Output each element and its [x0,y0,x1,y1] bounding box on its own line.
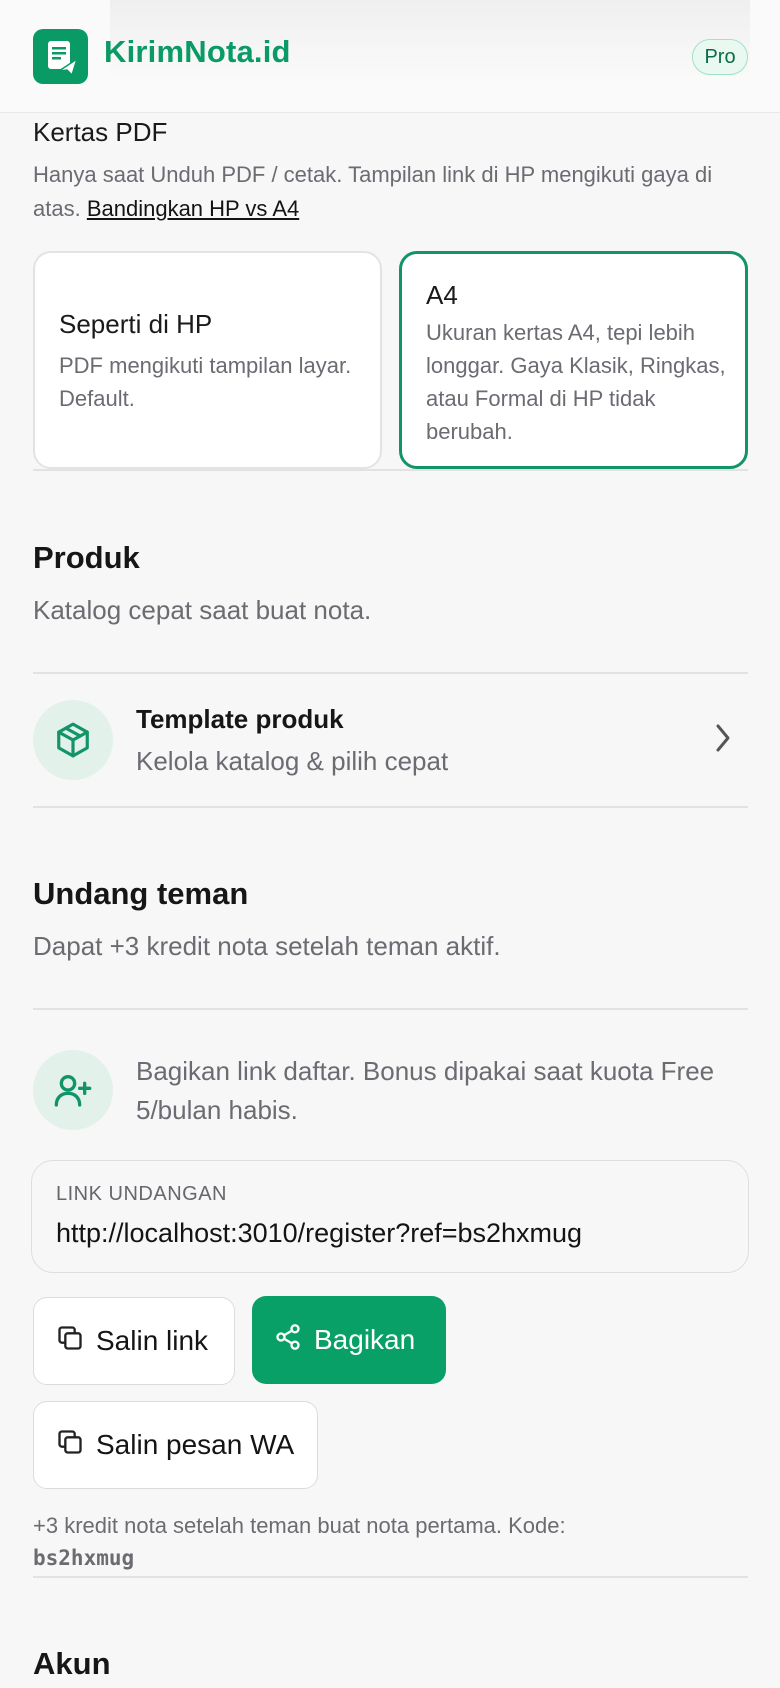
share-label: Bagikan [314,1324,416,1355]
option-card-hp[interactable]: Seperti di HP PDF mengikuti tampilan lay… [33,251,382,469]
divider [33,469,748,471]
option-title: A4 [426,280,458,310]
chevron-right-icon [713,722,733,759]
copy-icon [56,1324,84,1359]
akun-title: Akun [33,1646,111,1681]
invite-footnote: +3 kredit nota setelah teman buat nota p… [33,1510,733,1574]
kertas-description: Hanya saat Unduh PDF / cetak. Tampilan l… [33,158,753,226]
option-description: PDF mengikuti tampilan layar. Default. [59,353,352,411]
copy-wa-message-button[interactable]: Salin pesan WA [33,1401,318,1489]
option-description: Ukuran kertas A4, tepi lebih longgar. Ga… [426,320,726,444]
produk-title: Produk [33,540,140,575]
divider [33,1008,748,1010]
row-title: Template produk [136,704,344,734]
app-header: KirimNota.id Pro [0,0,780,113]
share-button[interactable]: Bagikan [252,1296,446,1384]
produk-subtitle: Katalog cepat saat buat nota. [33,595,372,625]
referral-code: bs2hxmug [33,1546,135,1570]
footnote-text: +3 kredit nota setelah teman buat nota p… [33,1513,566,1538]
divider [33,806,748,808]
copy-link-label: Salin link [96,1325,209,1356]
pro-badge: Pro [692,39,748,75]
option-card-a4[interactable]: A4 Ukuran kertas A4, tepi lebih longgar.… [399,251,748,469]
brand-name[interactable]: KirimNota.id [104,34,291,70]
kertas-title: Kertas PDF [33,117,168,147]
option-title: Seperti di HP [59,309,213,339]
copy-link-button[interactable]: Salin link [33,1297,235,1385]
undang-subtitle: Dapat +3 kredit nota setelah teman aktif… [33,931,501,961]
package-icon [33,700,113,780]
copy-wa-label: Salin pesan WA [96,1429,295,1460]
invite-link-label: LINK UNDANGAN [56,1183,227,1205]
share-icon [274,1323,302,1358]
compare-link[interactable]: Bandingkan HP vs A4 [87,196,299,221]
undang-title: Undang teman [33,876,249,911]
copy-icon [56,1428,84,1463]
row-subtitle: Kelola katalog & pilih cepat [136,746,449,776]
invite-info-text: Bagikan link daftar. Bonus dipakai saat … [136,1056,715,1125]
invite-link-value[interactable]: http://localhost:3010/register?ref=bs2hx… [56,1218,582,1249]
template-produk-row[interactable]: Template produk Kelola katalog & pilih c… [33,674,748,806]
invite-link-field[interactable]: LINK UNDANGAN http://localhost:3010/regi… [31,1160,749,1273]
divider [33,1576,748,1578]
user-plus-icon [33,1050,113,1130]
receipt-send-icon[interactable] [33,29,88,84]
